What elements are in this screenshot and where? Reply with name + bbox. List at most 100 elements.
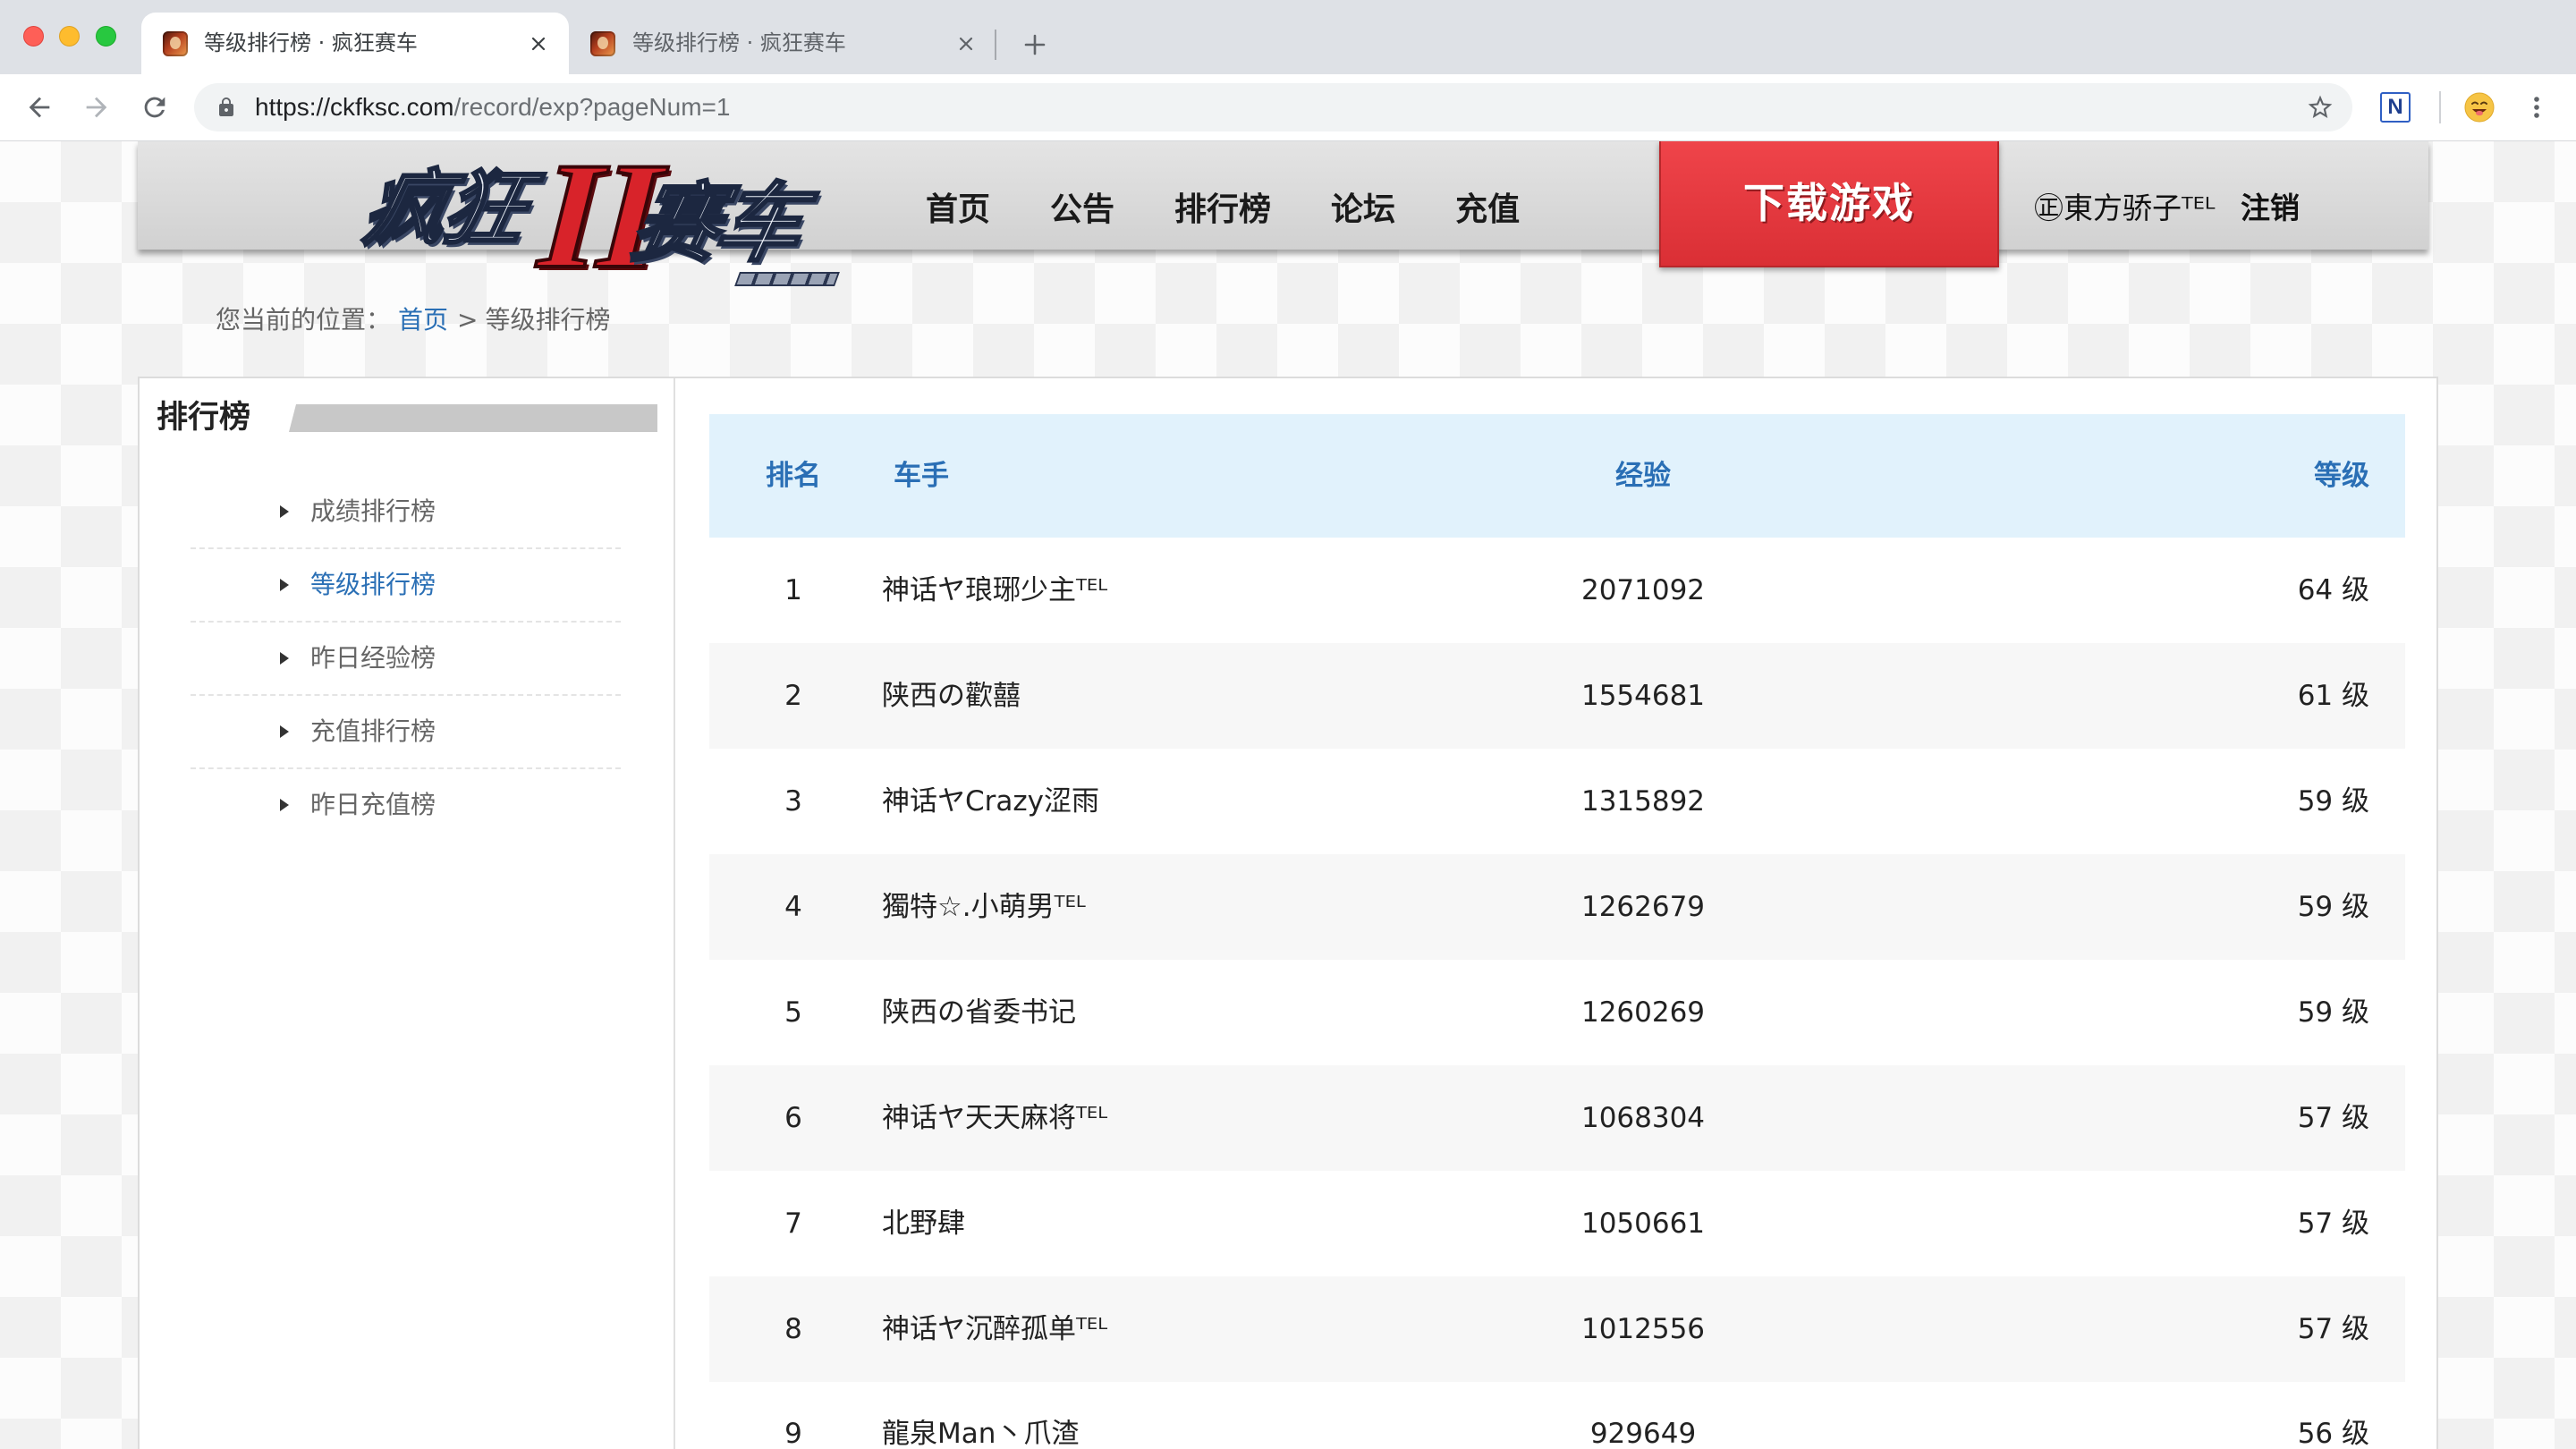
logo-speed-lines [734,272,840,286]
forward-arrow-icon[interactable] [81,92,112,123]
breadcrumb-home-link[interactable]: 首页 [398,305,448,335]
table-row: 5 陕西の省委书记 1260269 59 级 [709,960,2405,1065]
close-window-button[interactable] [23,26,44,47]
site-header: 疯狂 II 赛车 首页 公告 排行榜 论坛 充值 下载游戏 ㊣東方骄子ᵀᴱᴸ 注… [138,141,2428,301]
level-cell: 59 级 [2297,890,2369,923]
browser-window: 等级排行榜 · 疯狂赛车 等级排行榜 · 疯狂赛车 https://ckfksc… [0,0,2576,1449]
content-panel: 排行榜 成绩排行榜 等级排行榜 昨日经验榜 充值排行榜 昨日充值榜 排名 车手 … [138,377,2438,1449]
rank-cell: 8 [784,1312,802,1345]
back-arrow-icon[interactable] [24,92,55,123]
rank-cell: 5 [784,996,802,1029]
exp-cell: 1012556 [1580,1312,1706,1345]
breadcrumb-prefix: 您当前的位置： [216,305,392,335]
table-row: 7 北野肆 1050661 57 级 [709,1171,2405,1276]
logo-text-right: 赛车 [623,173,811,275]
sidebar-item-label: 等级排行榜 [310,570,436,599]
star-icon[interactable] [2306,93,2334,122]
logo-text-left: 疯狂 [353,160,534,258]
new-tab-icon[interactable] [1021,30,1049,59]
url-host: https://ckfksc.com [255,93,454,121]
level-cell: 59 级 [2297,784,2369,818]
extension-icon[interactable]: N [2380,92,2411,123]
sidebar-item-yesterday-recharge[interactable]: 昨日充值榜 [191,769,621,843]
rank-cell: 4 [784,890,802,923]
driver-cell: 陕西の省委书记 [882,997,1076,1028]
level-cell: 61 级 [2297,679,2369,712]
table-row: 2 陕西の歡囍 1554681 61 级 [709,643,2405,749]
driver-cell: 神话ヤCrazy涩雨 [882,786,1100,817]
caret-right-icon [280,579,289,591]
sidebar-item-label: 成绩排行榜 [310,496,436,526]
sidebar-item-label: 昨日经验榜 [310,643,436,673]
sidebar-item-score-ranking[interactable]: 成绩排行榜 [191,476,621,549]
tab-strip: 等级排行榜 · 疯狂赛车 等级排行榜 · 疯狂赛车 [0,0,2576,74]
exp-cell: 2071092 [1580,573,1706,606]
driver-cell: 獨特☆.小萌男ᵀᴱᴸ [882,892,1086,922]
tab-ranking-2[interactable]: 等级排行榜 · 疯狂赛车 [569,13,996,74]
sidebar-title-bar [289,404,657,432]
breadcrumb-current: 等级排行榜 [485,305,611,335]
nav-home[interactable]: 首页 [926,193,990,227]
user-name-link[interactable]: ㊣東方骄子ᵀᴱᴸ [2034,192,2215,225]
minimize-window-button[interactable] [59,26,80,47]
download-game-button[interactable]: 下载游戏 [1659,141,1999,267]
web-page: 疯狂 II 赛车 首页 公告 排行榜 论坛 充值 下载游戏 ㊣東方骄子ᵀᴱᴸ 注… [0,141,2576,1449]
driver-cell: 龍泉Man丶爪渣 [882,1419,1080,1449]
rank-cell: 6 [784,1101,802,1134]
more-menu-icon[interactable] [2526,92,2547,123]
lock-icon[interactable] [216,97,237,118]
driver-cell: 神话ヤ天天麻将ᵀᴱᴸ [882,1103,1108,1133]
driver-cell: 北野肆 [882,1208,965,1239]
caret-right-icon [280,799,289,811]
column-header-level: 等级 [2314,460,2369,492]
sidebar-item-level-ranking[interactable]: 等级排行榜 [191,549,621,623]
nav-announcements[interactable]: 公告 [1050,193,1114,227]
zoom-window-button[interactable] [96,26,116,47]
exp-cell: 1554681 [1580,679,1706,712]
exp-cell: 1068304 [1580,1101,1706,1134]
main-nav: 首页 公告 排行榜 论坛 充值 [926,193,1520,227]
rank-cell: 1 [784,573,802,606]
breadcrumb-separator: > [457,305,479,335]
table-row: 3 神话ヤCrazy涩雨 1315892 59 级 [709,749,2405,854]
exp-cell: 929649 [1589,1418,1697,1449]
address-bar[interactable]: https://ckfksc.com/record/exp?pageNum=1 [194,83,2352,131]
table-row: 8 神话ヤ沉醉孤单ᵀᴱᴸ 1012556 57 级 [709,1276,2405,1382]
caret-right-icon [280,505,289,518]
reload-icon[interactable] [140,92,170,123]
column-header-rank: 排名 [766,460,821,492]
table-row: 1 神话ヤ琅琊少主ᵀᴱᴸ 2071092 64 级 [709,538,2405,643]
url-path: /record/exp?pageNum=1 [453,93,731,121]
site-favicon-icon [163,31,188,56]
level-cell: 64 级 [2297,573,2369,606]
sidebar-menu: 成绩排行榜 等级排行榜 昨日经验榜 充值排行榜 昨日充值榜 [191,476,621,843]
level-cell: 57 级 [2297,1312,2369,1345]
tab-ranking-1[interactable]: 等级排行榜 · 疯狂赛车 [141,13,569,74]
level-cell: 56 级 [2297,1418,2369,1449]
sidebar-item-label: 充值排行榜 [310,716,436,746]
profile-avatar-icon[interactable] [2464,92,2495,123]
logout-link[interactable]: 注销 [2241,192,2300,225]
nav-forum[interactable]: 论坛 [1331,193,1395,227]
ranking-table-header: 排名 车手 经验 等级 [709,414,2405,538]
nav-rankings[interactable]: 排行榜 [1174,193,1271,227]
driver-cell: 神话ヤ沉醉孤单ᵀᴱᴸ [882,1314,1108,1344]
url-text[interactable]: https://ckfksc.com/record/exp?pageNum=1 [255,83,730,131]
rank-cell: 2 [784,679,802,712]
rank-cell: 9 [784,1418,802,1449]
tab-close-icon[interactable] [953,31,979,56]
sidebar-item-recharge-ranking[interactable]: 充值排行榜 [191,696,621,769]
site-favicon-icon [590,31,615,56]
toolbar-divider [2439,91,2441,123]
exp-cell: 1260269 [1580,996,1706,1029]
column-header-exp: 经验 [1615,460,1671,492]
nav-recharge[interactable]: 充值 [1455,193,1520,227]
sidebar-item-yesterday-exp[interactable]: 昨日经验榜 [191,623,621,696]
browser-toolbar: https://ckfksc.com/record/exp?pageNum=1 … [0,74,2576,141]
caret-right-icon [280,725,289,738]
tab-close-icon[interactable] [526,31,551,56]
site-logo[interactable]: 疯狂 II 赛车 [353,141,846,301]
driver-cell: 陕西の歡囍 [882,681,1021,711]
level-cell: 57 级 [2297,1101,2369,1134]
column-header-driver: 车手 [894,461,949,491]
